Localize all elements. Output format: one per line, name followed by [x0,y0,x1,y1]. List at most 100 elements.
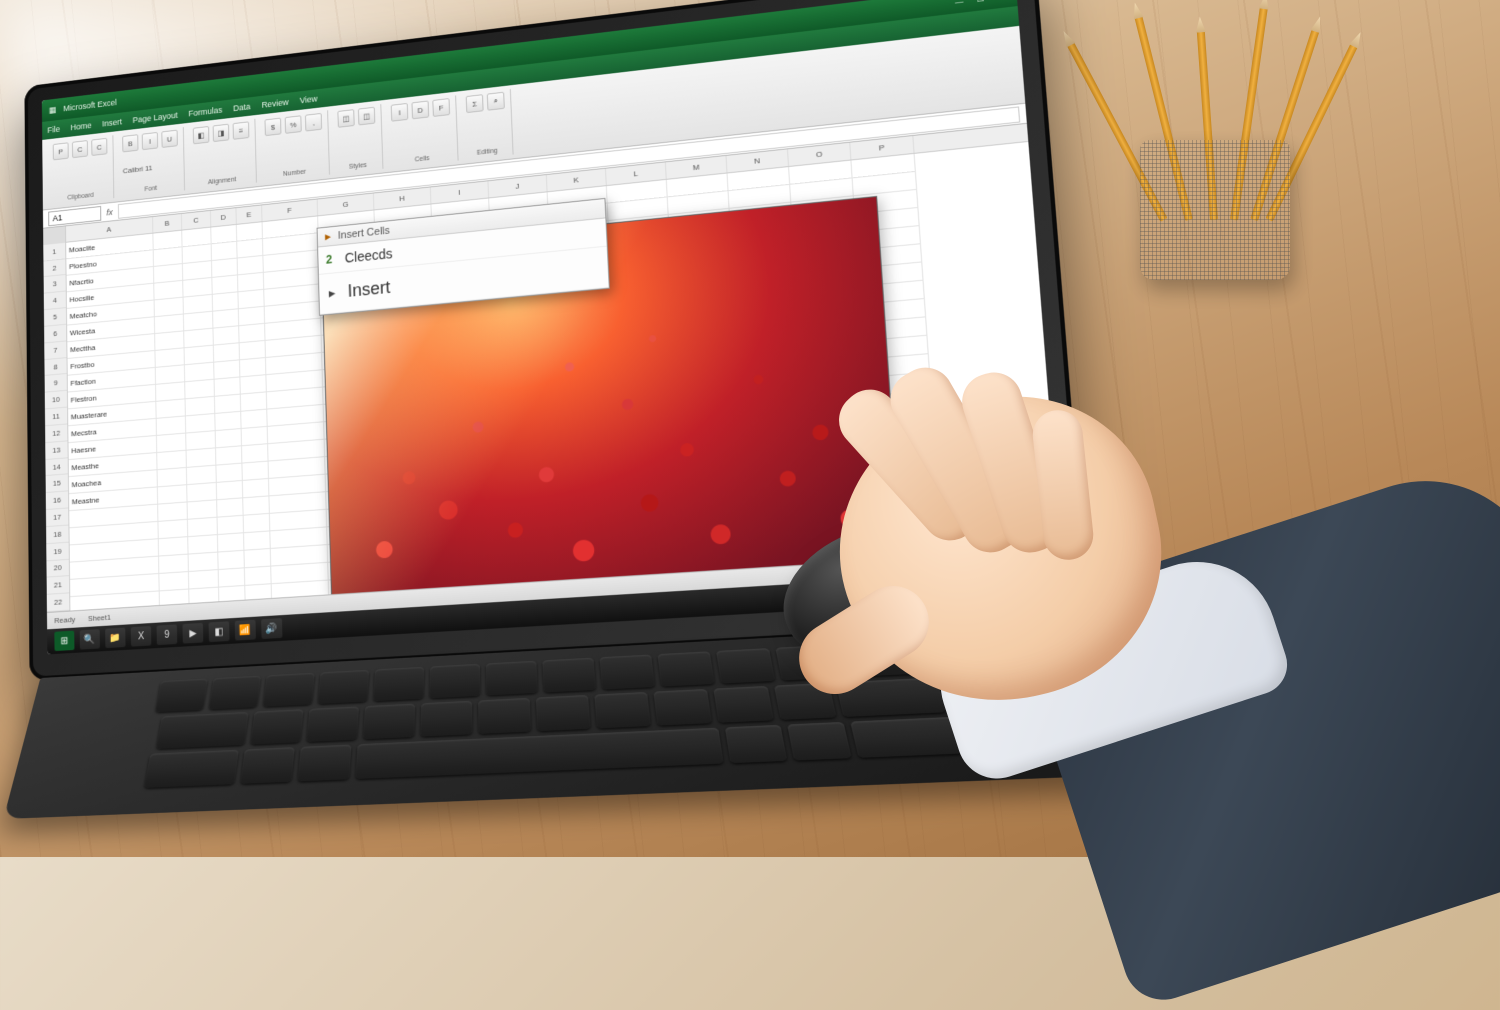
cell[interactable] [158,485,188,504]
row-header[interactable]: 13 [45,441,67,460]
ribbon-button[interactable]: Σ [466,94,484,113]
cell[interactable] [159,555,189,574]
column-header[interactable]: E [236,205,262,224]
row-header[interactable]: 19 [46,542,69,561]
taskbar-item[interactable]: 🔊 [261,618,282,639]
cell[interactable] [215,412,241,431]
row-header[interactable]: 20 [46,559,69,578]
ribbon-button[interactable]: F [432,98,450,117]
menu-formulas[interactable]: Formulas [188,105,222,118]
cell[interactable] [158,502,188,521]
ribbon-button[interactable]: D [411,100,429,119]
menu-view[interactable]: View [299,94,317,105]
taskbar-item[interactable]: ▶ [182,623,203,644]
status-zoom[interactable]: 100% [1029,554,1053,565]
cell[interactable] [243,496,270,515]
ribbon-button[interactable]: ◫ [358,107,375,126]
cell[interactable] [216,446,242,465]
row-header[interactable]: 8 [44,358,66,377]
cell[interactable] [244,514,271,533]
ribbon-button[interactable]: , [305,113,322,132]
ribbon-button[interactable]: C [72,140,88,158]
ribbon-button[interactable]: % [285,115,302,134]
cell[interactable] [189,570,219,589]
ribbon-group-label: Clipboard [53,191,108,203]
row-header[interactable]: 21 [47,576,70,595]
maximize-button[interactable]: ☐ [974,0,988,5]
excel-window: ▦ Microsoft Excel — ☐ ✕ File Home Insert… [42,0,1064,654]
cell[interactable] [216,464,242,483]
taskbar-item[interactable]: 📁 [105,628,125,649]
ribbon-button[interactable]: ◫ [337,109,354,128]
ribbon-button[interactable]: C [91,138,107,156]
taskbar-item[interactable]: 9 [157,624,178,645]
fx-label: fx [106,207,112,217]
cell[interactable] [187,483,217,503]
menu-insert[interactable]: Insert [102,117,122,128]
menu-page-layout[interactable]: Page Layout [133,110,178,124]
cell[interactable] [188,500,218,520]
ribbon-button[interactable]: ◧ [193,126,210,144]
cell[interactable] [216,429,242,448]
cell[interactable] [159,572,189,591]
cell[interactable] [219,568,246,587]
ribbon-button[interactable]: ≡ [233,121,250,139]
ribbon-button[interactable]: I [391,103,409,122]
cell[interactable] [242,427,269,446]
row-header[interactable]: 18 [46,525,69,544]
cell[interactable] [241,410,267,429]
cell[interactable] [217,516,244,535]
row-header[interactable]: 16 [46,492,69,511]
row-header[interactable]: 9 [45,374,67,393]
row-header[interactable]: 14 [45,458,67,477]
menu-data[interactable]: Data [233,102,251,113]
cell[interactable] [242,444,269,463]
cell[interactable] [217,481,243,500]
cell[interactable] [189,553,219,572]
ribbon-group-label: Cells [393,153,452,166]
row-header[interactable]: 12 [45,424,67,443]
ribbon-button[interactable]: B [122,134,138,152]
cell[interactable] [244,549,271,568]
ribbon-group-label: Number [266,167,324,180]
taskbar-item[interactable]: 🔍 [80,629,100,650]
status-sheet[interactable]: Sheet1 [88,613,111,623]
cell[interactable] [159,537,189,556]
ribbon-group-styles: ◫◫ Styles [332,104,384,174]
cell[interactable] [188,518,218,538]
cell[interactable] [218,533,245,552]
column-header[interactable]: D [211,208,237,227]
ribbon-button[interactable]: U [161,130,177,148]
taskbar-item[interactable]: ◧ [209,621,230,642]
cell[interactable] [243,479,270,498]
ribbon-button[interactable]: $ [265,118,282,137]
row-header[interactable]: 11 [45,408,67,427]
ribbon-button[interactable]: I [142,132,158,150]
row-header[interactable]: 22 [47,594,70,613]
menu-file[interactable]: File [47,124,60,134]
cell[interactable] [217,498,243,517]
menu-review[interactable]: Review [261,97,288,109]
menu-home[interactable]: Home [70,121,91,133]
minimize-button[interactable]: — [952,0,966,8]
cell[interactable] [245,567,272,586]
cell[interactable] [188,535,218,554]
taskbar-item[interactable]: 📶 [235,620,256,641]
taskbar-item[interactable]: X [131,626,152,647]
cell[interactable] [244,531,271,550]
ribbon-button[interactable]: ◨ [213,124,230,142]
column-header[interactable]: B [153,214,182,233]
ribbon-group-label: Styles [339,161,377,172]
row-header[interactable]: 15 [46,475,69,494]
row-header[interactable]: 10 [45,391,67,410]
row-header[interactable]: 17 [46,508,69,527]
cell[interactable] [158,520,188,539]
close-button[interactable]: ✕ [995,0,1009,3]
column-header[interactable]: C [182,211,211,230]
ribbon-button[interactable]: ⌕ [487,92,505,111]
cell[interactable] [218,551,245,570]
ribbon-button[interactable]: P [53,142,69,160]
cell[interactable] [242,462,269,481]
ribbon-group-label: Editing [468,147,507,158]
start-button[interactable]: ⊞ [54,631,74,651]
